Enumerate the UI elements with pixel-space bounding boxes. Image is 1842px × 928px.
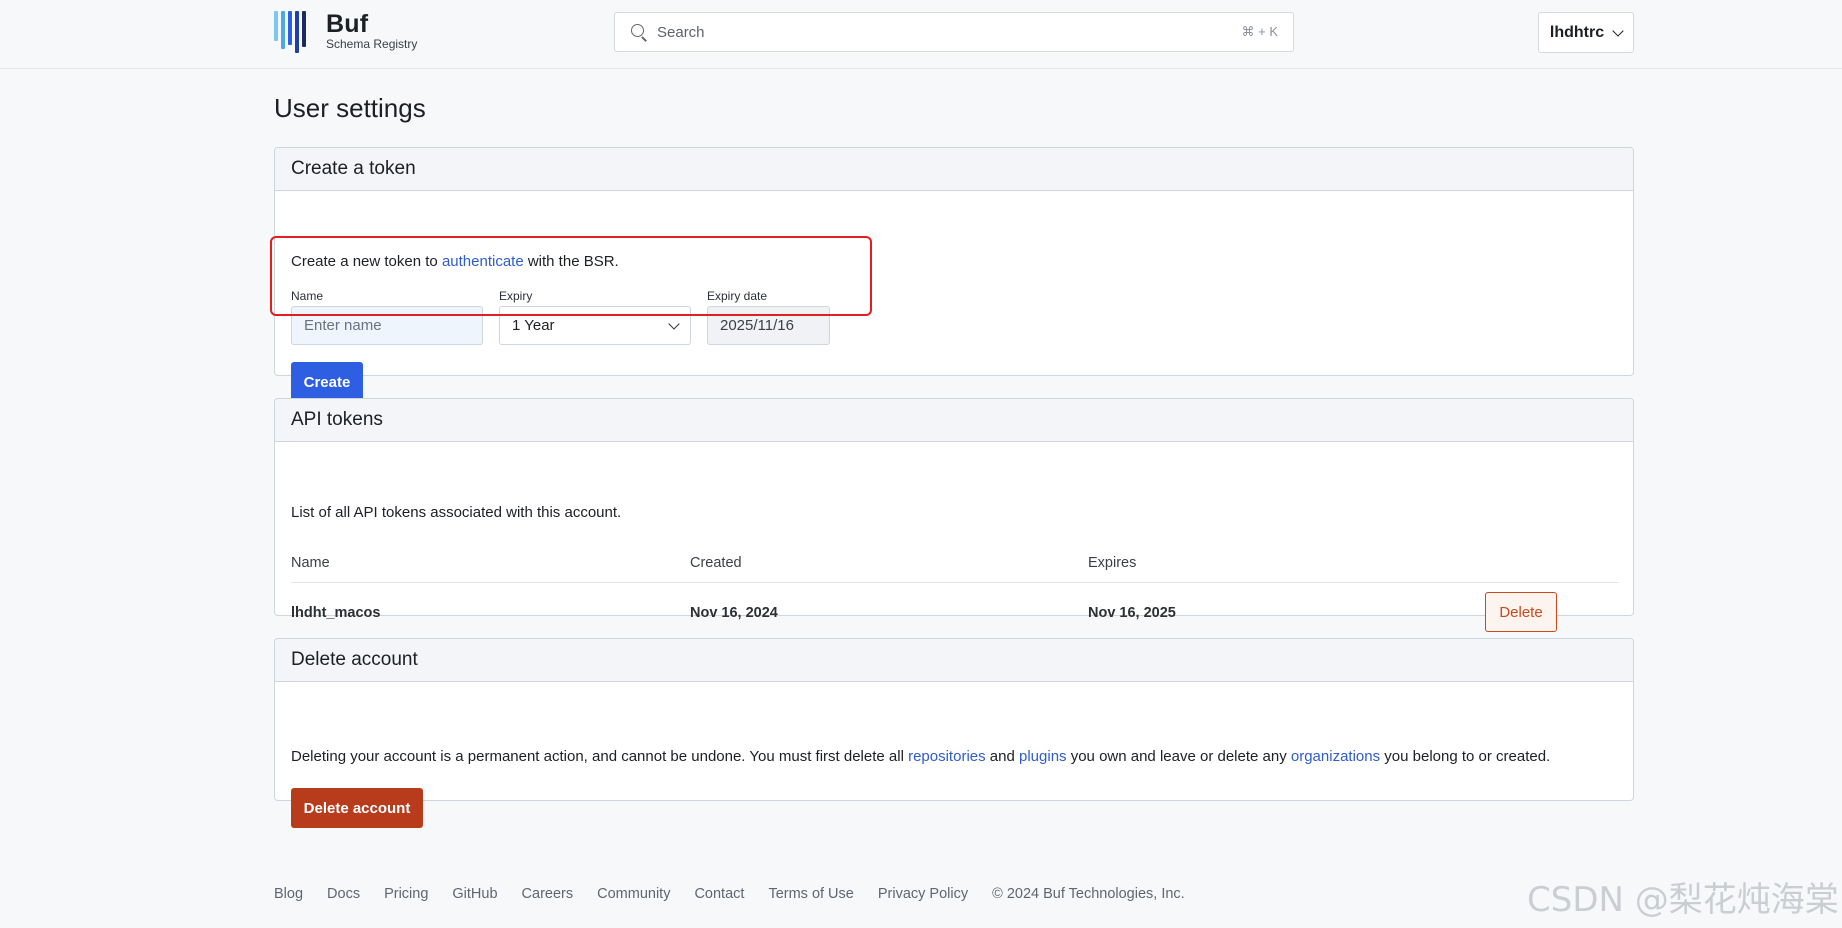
brand-title: Buf [326,10,369,38]
username: lhdhtrc [1549,23,1605,41]
buf-logo-icon [274,11,318,53]
page-title: User settings [274,93,426,123]
footer-link-terms[interactable]: Terms of Use [768,886,853,902]
create-token-description: Create a new token to authenticate with … [291,253,619,270]
api-tokens-heading: API tokens [275,399,1633,442]
expiry-date-value: 2025/11/16 [720,317,794,334]
chevron-down-icon [668,317,680,330]
chevron-down-icon [1612,24,1624,37]
footer-link-contact[interactable]: Contact [694,886,744,902]
user-menu-button[interactable]: lhdhtrc [1538,12,1634,53]
footer-copyright: © 2024 Buf Technologies, Inc. [992,886,1185,902]
expiry-date-field: 2025/11/16 [707,306,830,345]
create-token-card: Create a token Create a new token to aut… [274,147,1634,402]
token-name-input[interactable]: Enter name [291,306,483,345]
token-name-placeholder: Enter name [304,317,382,334]
organizations-link[interactable]: organizations [1291,748,1380,765]
footer-link-github[interactable]: GitHub [452,886,497,902]
delete-token-button[interactable]: Delete [1485,592,1557,632]
csdn-watermark: CSDN @梨花炖海棠 [1527,880,1839,920]
top-navbar: Buf Schema Registry Search ⌘ + K lhdhtrc [0,0,1842,69]
plugins-link[interactable]: plugins [1019,748,1067,765]
search-placeholder: Search [657,23,705,41]
table-divider [291,582,1619,583]
footer: Blog Docs Pricing GitHub Careers Communi… [274,886,1185,902]
delete-account-button[interactable]: Delete account [291,788,423,828]
token-expires-cell: Nov 16, 2025 [1088,605,1176,621]
column-header-name: Name [291,555,330,571]
expiry-value: 1 Year [512,317,555,334]
token-created-cell: Nov 16, 2024 [690,605,778,621]
api-tokens-card: API tokens List of all API tokens associ… [274,398,1634,643]
name-label: Name [291,289,324,303]
footer-link-pricing[interactable]: Pricing [384,886,428,902]
delete-account-description: Deleting your account is a permanent act… [291,748,1551,765]
expiry-select[interactable]: 1 Year [499,306,691,345]
column-header-expires: Expires [1088,555,1137,571]
delete-account-card: Delete account Deleting your account is … [274,638,1634,828]
token-name-cell: lhdht_macos [291,605,381,621]
footer-link-community[interactable]: Community [597,886,670,902]
search-input[interactable]: Search ⌘ + K [614,12,1294,52]
footer-link-careers[interactable]: Careers [522,886,574,902]
authenticate-link[interactable]: authenticate [442,253,524,270]
search-icon [630,23,648,41]
footer-link-privacy[interactable]: Privacy Policy [878,886,968,902]
brand-subtitle: Schema Registry [326,37,418,51]
column-header-created: Created [690,555,742,571]
delete-account-heading: Delete account [275,639,1633,682]
buf-logo[interactable]: Buf Schema Registry [274,11,424,53]
footer-link-blog[interactable]: Blog [274,886,303,902]
expiry-label: Expiry [499,289,533,303]
expiry-date-label: Expiry date [707,289,768,303]
repositories-link[interactable]: repositories [908,748,986,765]
search-shortcut: ⌘ + K [1241,24,1279,39]
api-tokens-description: List of all API tokens associated with t… [291,504,622,521]
footer-link-docs[interactable]: Docs [327,886,360,902]
create-token-heading: Create a token [275,148,1633,191]
create-token-button[interactable]: Create [291,362,363,402]
